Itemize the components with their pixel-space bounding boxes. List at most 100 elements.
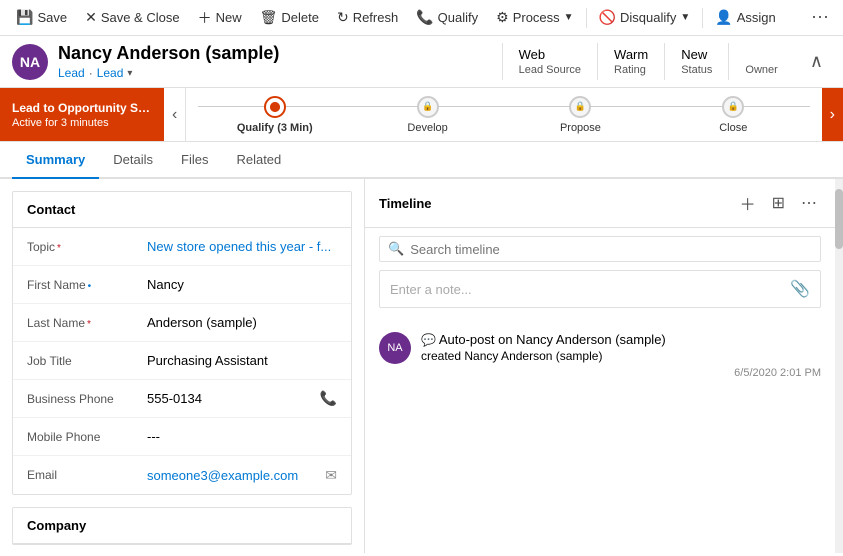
process-icon: ⚙ <box>496 9 509 26</box>
note-placeholder: Enter a note... <box>390 282 790 297</box>
email-icon[interactable]: ✉ <box>325 467 337 484</box>
stage-next-button[interactable]: › <box>822 88 843 141</box>
main-content: Contact Topic* New store opened this yea… <box>0 179 843 553</box>
contact-section-title: Contact <box>13 192 351 228</box>
stage-label-develop: Develop <box>407 122 447 134</box>
field-jobtitle: Job Title Purchasing Assistant <box>13 342 351 380</box>
required-indicator: * <box>57 243 61 254</box>
scrollbar[interactable] <box>835 179 843 553</box>
separator <box>586 8 587 28</box>
timeline-search[interactable]: 🔍 <box>379 236 821 262</box>
qualify-icon: 📞 <box>416 9 433 26</box>
company-section: Company <box>12 507 352 545</box>
timeline-post-sub: created Nancy Anderson (sample) <box>421 349 821 363</box>
plus-icon: ＋ <box>198 8 212 28</box>
phone-icon[interactable]: 📞 <box>320 390 337 407</box>
stage-develop[interactable]: 🔒 Develop <box>351 96 504 134</box>
stage-promo-sub: Active for 3 minutes <box>12 117 152 129</box>
tab-details[interactable]: Details <box>99 142 167 179</box>
timeline-title: Timeline <box>379 196 736 211</box>
stage-circle-develop: 🔒 <box>417 96 439 118</box>
company-section-title: Company <box>13 508 351 544</box>
stage-propose[interactable]: 🔒 Propose <box>504 96 657 134</box>
disqualify-icon: 🚫 <box>599 9 616 26</box>
delete-icon: 🗑 <box>260 9 278 26</box>
record-name: Nancy Anderson (sample) <box>58 43 502 64</box>
more-button[interactable]: ⋯ <box>805 3 835 32</box>
collapse-button[interactable]: ∧ <box>802 47 831 76</box>
search-input[interactable] <box>410 242 812 257</box>
record-subtitle: Lead · Lead ▾ <box>58 66 502 80</box>
qualify-button[interactable]: 📞 Qualify <box>408 5 486 30</box>
assign-icon: 👤 <box>715 9 732 26</box>
tab-related[interactable]: Related <box>222 142 295 179</box>
attach-icon[interactable]: 📎 <box>790 279 810 299</box>
refresh-icon: ↻ <box>337 9 349 26</box>
note-input-area[interactable]: Enter a note... 📎 <box>379 270 821 308</box>
save-button[interactable]: 💾 Save <box>8 5 75 30</box>
tab-summary[interactable]: Summary <box>12 142 99 179</box>
tab-files[interactable]: Files <box>167 142 222 179</box>
meta-status: New Status <box>664 43 728 80</box>
scrollbar-thumb <box>835 189 843 249</box>
stage-label-propose: Propose <box>560 122 601 134</box>
header-info: Nancy Anderson (sample) Lead · Lead ▾ <box>58 43 502 80</box>
timeline-item: NA 💬 Auto-post on Nancy Anderson (sample… <box>379 324 821 387</box>
stage-circle-propose: 🔒 <box>569 96 591 118</box>
delete-button[interactable]: 🗑 Delete <box>252 5 327 30</box>
process-dropdown-icon: ▼ <box>564 12 574 23</box>
record-header: NA Nancy Anderson (sample) Lead · Lead ▾… <box>0 36 843 88</box>
value-businessphone[interactable]: 555-0134 <box>147 391 314 406</box>
meta-lead-source: Web Lead Source <box>502 43 597 80</box>
stage-qualify[interactable]: Qualify (3 Min) <box>198 96 351 134</box>
header-meta: Web Lead Source Warm Rating New Status O… <box>502 43 794 80</box>
process-button[interactable]: ⚙ Process ▼ <box>488 5 581 30</box>
lead-link2[interactable]: Lead <box>97 66 124 80</box>
timeline-avatar: NA <box>379 332 411 364</box>
field-lastname: Last Name* Anderson (sample) <box>13 304 351 342</box>
label-jobtitle: Job Title <box>27 354 147 368</box>
new-button[interactable]: ＋ New <box>190 4 250 32</box>
save-close-icon: ✕ <box>85 9 97 26</box>
autopost-icon: 💬 <box>421 333 436 347</box>
disqualify-dropdown-icon: ▼ <box>680 12 690 23</box>
refresh-button[interactable]: ↻ Refresh <box>329 5 406 30</box>
value-email[interactable]: someone3@example.com <box>147 468 319 483</box>
field-firstname: First Name• Nancy <box>13 266 351 304</box>
field-businessphone: Business Phone 555-0134 📞 <box>13 380 351 418</box>
assign-button[interactable]: 👤 Assign <box>707 5 783 30</box>
separator2 <box>702 8 703 28</box>
value-firstname[interactable]: Nancy <box>147 277 337 292</box>
timeline-more-button[interactable]: ⋯ <box>797 189 821 217</box>
label-firstname: First Name• <box>27 278 147 292</box>
field-topic: Topic* New store opened this year - f... <box>13 228 351 266</box>
meta-owner: Owner <box>728 43 793 80</box>
stage-label-qualify: Qualify (3 Min) <box>237 122 313 134</box>
stage-close[interactable]: 🔒 Close <box>657 96 810 134</box>
label-email: Email <box>27 468 147 482</box>
timeline-filter-button[interactable]: ⊞ <box>768 189 789 217</box>
avatar: NA <box>12 44 48 80</box>
search-icon: 🔍 <box>388 241 404 257</box>
timeline-add-button[interactable]: ＋ <box>736 189 760 217</box>
field-mobilephone: Mobile Phone --- <box>13 418 351 456</box>
timeline-post-title: 💬 Auto-post on Nancy Anderson (sample) <box>421 332 821 347</box>
stage-prev-button[interactable]: ‹ <box>164 88 186 141</box>
chevron-down-icon[interactable]: ▾ <box>127 68 132 79</box>
label-businessphone: Business Phone <box>27 392 147 406</box>
left-panel: Contact Topic* New store opened this yea… <box>0 179 365 553</box>
timeline-content: 💬 Auto-post on Nancy Anderson (sample) c… <box>421 332 821 379</box>
contact-section: Contact Topic* New store opened this yea… <box>12 191 352 495</box>
lead-link1[interactable]: Lead <box>58 66 85 80</box>
disqualify-button[interactable]: 🚫 Disqualify ▼ <box>591 5 699 30</box>
value-jobtitle[interactable]: Purchasing Assistant <box>147 353 337 368</box>
value-lastname[interactable]: Anderson (sample) <box>147 315 337 330</box>
right-panel: Timeline ＋ ⊞ ⋯ 🔍 Enter a note... 📎 NA <box>365 179 835 553</box>
meta-rating: Warm Rating <box>597 43 664 80</box>
stage-label-close: Close <box>719 122 747 134</box>
save-close-button[interactable]: ✕ Save & Close <box>77 5 188 30</box>
value-mobilephone[interactable]: --- <box>147 429 337 444</box>
fn-required: • <box>88 281 92 292</box>
value-topic[interactable]: New store opened this year - f... <box>147 239 337 254</box>
timeline-header: Timeline ＋ ⊞ ⋯ <box>365 179 835 228</box>
